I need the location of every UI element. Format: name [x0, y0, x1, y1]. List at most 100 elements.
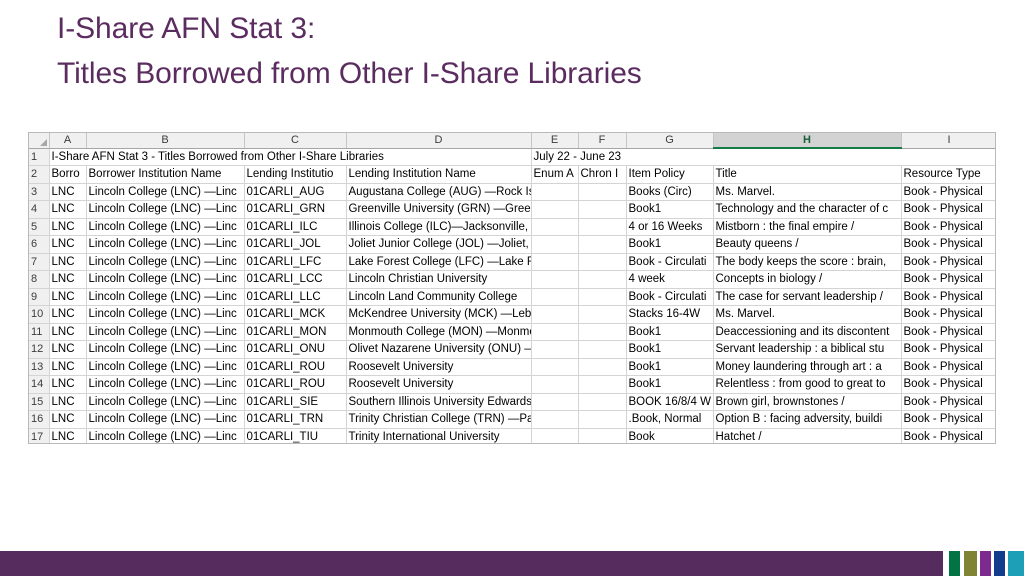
- cell-enum-a[interactable]: [531, 305, 579, 324]
- cell-chron-i[interactable]: [578, 200, 627, 219]
- cell-resource-type[interactable]: Book - Physical: [901, 410, 995, 429]
- cell-header-borrower-code[interactable]: Borro: [49, 165, 87, 184]
- table-row-2[interactable]: 2 Borro Borrower Institution Name Lendin…: [29, 165, 995, 184]
- table-row[interactable]: 10 LNC Lincoln College (LNC) —Linc 01CARLI_…: [29, 305, 995, 324]
- cell-lending-institution-code[interactable]: 01CARLI_MCK: [244, 305, 347, 324]
- row-header[interactable]: 11: [29, 323, 50, 341]
- cell-enum-a[interactable]: [531, 200, 579, 219]
- cell-chron-i[interactable]: [578, 393, 627, 411]
- cell-header-borrower-institution-name[interactable]: Borrower Institution Name: [86, 165, 245, 184]
- cell-title[interactable]: Hatchet /: [713, 428, 902, 443]
- cell-lending-institution-code[interactable]: 01CARLI_TRN: [244, 410, 347, 429]
- cell-lending-institution-name[interactable]: Olivet Nazarene University (ONU) —Bourbo…: [346, 340, 532, 359]
- cell-chron-i[interactable]: [578, 288, 627, 306]
- cell-borrower-code[interactable]: LNC: [49, 428, 87, 443]
- cell-chron-i[interactable]: [578, 428, 627, 443]
- cell-chron-i[interactable]: [578, 375, 627, 394]
- cell-item-policy[interactable]: Book1: [626, 200, 714, 219]
- cell-title[interactable]: Brown girl, brownstones /: [713, 393, 902, 411]
- cell-resource-type[interactable]: Book - Physical: [901, 235, 995, 254]
- table-row-1[interactable]: 1 I-Share AFN Stat 3 - Titles Borrowed f…: [29, 148, 995, 166]
- row-header[interactable]: 15: [29, 393, 50, 411]
- cell-borrower-code[interactable]: LNC: [49, 410, 87, 429]
- row-header[interactable]: 9: [29, 288, 50, 306]
- cell-borrower-code[interactable]: LNC: [49, 323, 87, 341]
- cell-resource-type[interactable]: Book - Physical: [901, 323, 995, 341]
- cell-lending-institution-code[interactable]: 01CARLI_LLC: [244, 288, 347, 306]
- column-header-f[interactable]: F: [578, 133, 627, 149]
- cell-borrower-code[interactable]: LNC: [49, 270, 87, 289]
- cell-enum-a[interactable]: [531, 410, 579, 429]
- cell-chron-i[interactable]: [578, 183, 627, 201]
- row-header[interactable]: 6: [29, 235, 50, 254]
- cell-borrower-institution-name[interactable]: Lincoln College (LNC) —Linc: [86, 410, 245, 429]
- row-header[interactable]: 7: [29, 253, 50, 271]
- cell-lending-institution-name[interactable]: Roosevelt University: [346, 375, 532, 394]
- cell-lending-institution-code[interactable]: 01CARLI_LCC: [244, 270, 347, 289]
- cell-borrower-code[interactable]: LNC: [49, 235, 87, 254]
- cell-borrower-code[interactable]: LNC: [49, 305, 87, 324]
- cell-lending-institution-name[interactable]: Lincoln Land Community College: [346, 288, 532, 306]
- cell-borrower-institution-name[interactable]: Lincoln College (LNC) —Linc: [86, 323, 245, 341]
- cell-header-lending-institution-code[interactable]: Lending Institutio: [244, 165, 347, 184]
- table-row[interactable]: 5 LNC Lincoln College (LNC) —Linc 01CARLI_I…: [29, 218, 995, 236]
- cell-lending-institution-name[interactable]: Greenville University (GRN) —Greenville,…: [346, 200, 532, 219]
- cell-item-policy[interactable]: Books (Circ): [626, 183, 714, 201]
- cell-borrower-code[interactable]: LNC: [49, 375, 87, 394]
- cell-lending-institution-code[interactable]: 01CARLI_ONU: [244, 340, 347, 359]
- cell-borrower-institution-name[interactable]: Lincoln College (LNC) —Linc: [86, 428, 245, 443]
- cell-borrower-institution-name[interactable]: Lincoln College (LNC) —Linc: [86, 218, 245, 236]
- cell-title[interactable]: Option B : facing adversity, buildi: [713, 410, 902, 429]
- cell-resource-type[interactable]: Book - Physical: [901, 218, 995, 236]
- cell-chron-i[interactable]: [578, 340, 627, 359]
- cell-lending-institution-name[interactable]: Southern Illinois University Edwardsvill…: [346, 393, 532, 411]
- cell-title[interactable]: Concepts in biology /: [713, 270, 902, 289]
- cell-lending-institution-code[interactable]: 01CARLI_GRN: [244, 200, 347, 219]
- cell-enum-a[interactable]: [531, 270, 579, 289]
- row-header[interactable]: 8: [29, 270, 50, 289]
- column-header-e[interactable]: E: [531, 133, 579, 149]
- cell-lending-institution-name[interactable]: Lincoln Christian University: [346, 270, 532, 289]
- row-header[interactable]: 13: [29, 358, 50, 376]
- cell-item-policy[interactable]: Book1: [626, 340, 714, 359]
- cell-header-chron-i[interactable]: Chron I: [578, 165, 627, 184]
- cell-item-policy[interactable]: Book: [626, 428, 714, 443]
- row-header[interactable]: 12: [29, 340, 50, 359]
- cell-borrower-institution-name[interactable]: Lincoln College (LNC) —Linc: [86, 375, 245, 394]
- table-row[interactable]: 9 LNC Lincoln College (LNC) —Linc 01CARLI_L…: [29, 288, 995, 306]
- cell-resource-type[interactable]: Book - Physical: [901, 270, 995, 289]
- cell-item-policy[interactable]: Book1: [626, 375, 714, 394]
- cell-item-policy[interactable]: Book1: [626, 358, 714, 376]
- cell-banner-title[interactable]: I-Share AFN Stat 3 - Titles Borrowed fro…: [49, 148, 532, 166]
- column-header-g[interactable]: G: [626, 133, 714, 149]
- column-header-h-selected[interactable]: H: [713, 133, 902, 149]
- cell-enum-a[interactable]: [531, 183, 579, 201]
- cell-enum-a[interactable]: [531, 288, 579, 306]
- cell-lending-institution-name[interactable]: Augustana College (AUG) —Rock Island, IL: [346, 183, 532, 201]
- table-row[interactable]: 12 LNC Lincoln College (LNC) —Linc 01CARLI_…: [29, 340, 995, 359]
- cell-lending-institution-code[interactable]: 01CARLI_SIE: [244, 393, 347, 411]
- cell-resource-type[interactable]: Book - Physical: [901, 305, 995, 324]
- cell-lending-institution-code[interactable]: 01CARLI_JOL: [244, 235, 347, 254]
- cell-lending-institution-name[interactable]: Lake Forest College (LFC) —Lake Forest, …: [346, 253, 532, 271]
- row-header[interactable]: 14: [29, 375, 50, 394]
- cell-lending-institution-code[interactable]: 01CARLI_ROU: [244, 375, 347, 394]
- cell-lending-institution-name[interactable]: Monmouth College (MON) —Monmouth, IL: [346, 323, 532, 341]
- cell-chron-i[interactable]: [578, 235, 627, 254]
- table-row[interactable]: 14 LNC Lincoln College (LNC) —Linc 01CARLI_…: [29, 375, 995, 394]
- cell-header-enum-a[interactable]: Enum A: [531, 165, 579, 184]
- column-header-d[interactable]: D: [346, 133, 532, 149]
- row-header[interactable]: 17: [29, 428, 50, 443]
- cell-item-policy[interactable]: 4 or 16 Weeks: [626, 218, 714, 236]
- cell-enum-a[interactable]: [531, 358, 579, 376]
- row-header-1[interactable]: 1: [29, 148, 50, 166]
- cell-header-title[interactable]: Title: [713, 165, 902, 184]
- table-row[interactable]: 7 LNC Lincoln College (LNC) —Linc 01CARLI_L…: [29, 253, 995, 271]
- cell-item-policy[interactable]: BOOK 16/8/4 W: [626, 393, 714, 411]
- cell-borrower-code[interactable]: LNC: [49, 358, 87, 376]
- cell-resource-type[interactable]: Book - Physical: [901, 428, 995, 443]
- cell-banner-daterange[interactable]: July 22 - June 23: [531, 148, 995, 166]
- cell-enum-a[interactable]: [531, 375, 579, 394]
- cell-item-policy[interactable]: 4 week: [626, 270, 714, 289]
- column-header-c[interactable]: C: [244, 133, 347, 149]
